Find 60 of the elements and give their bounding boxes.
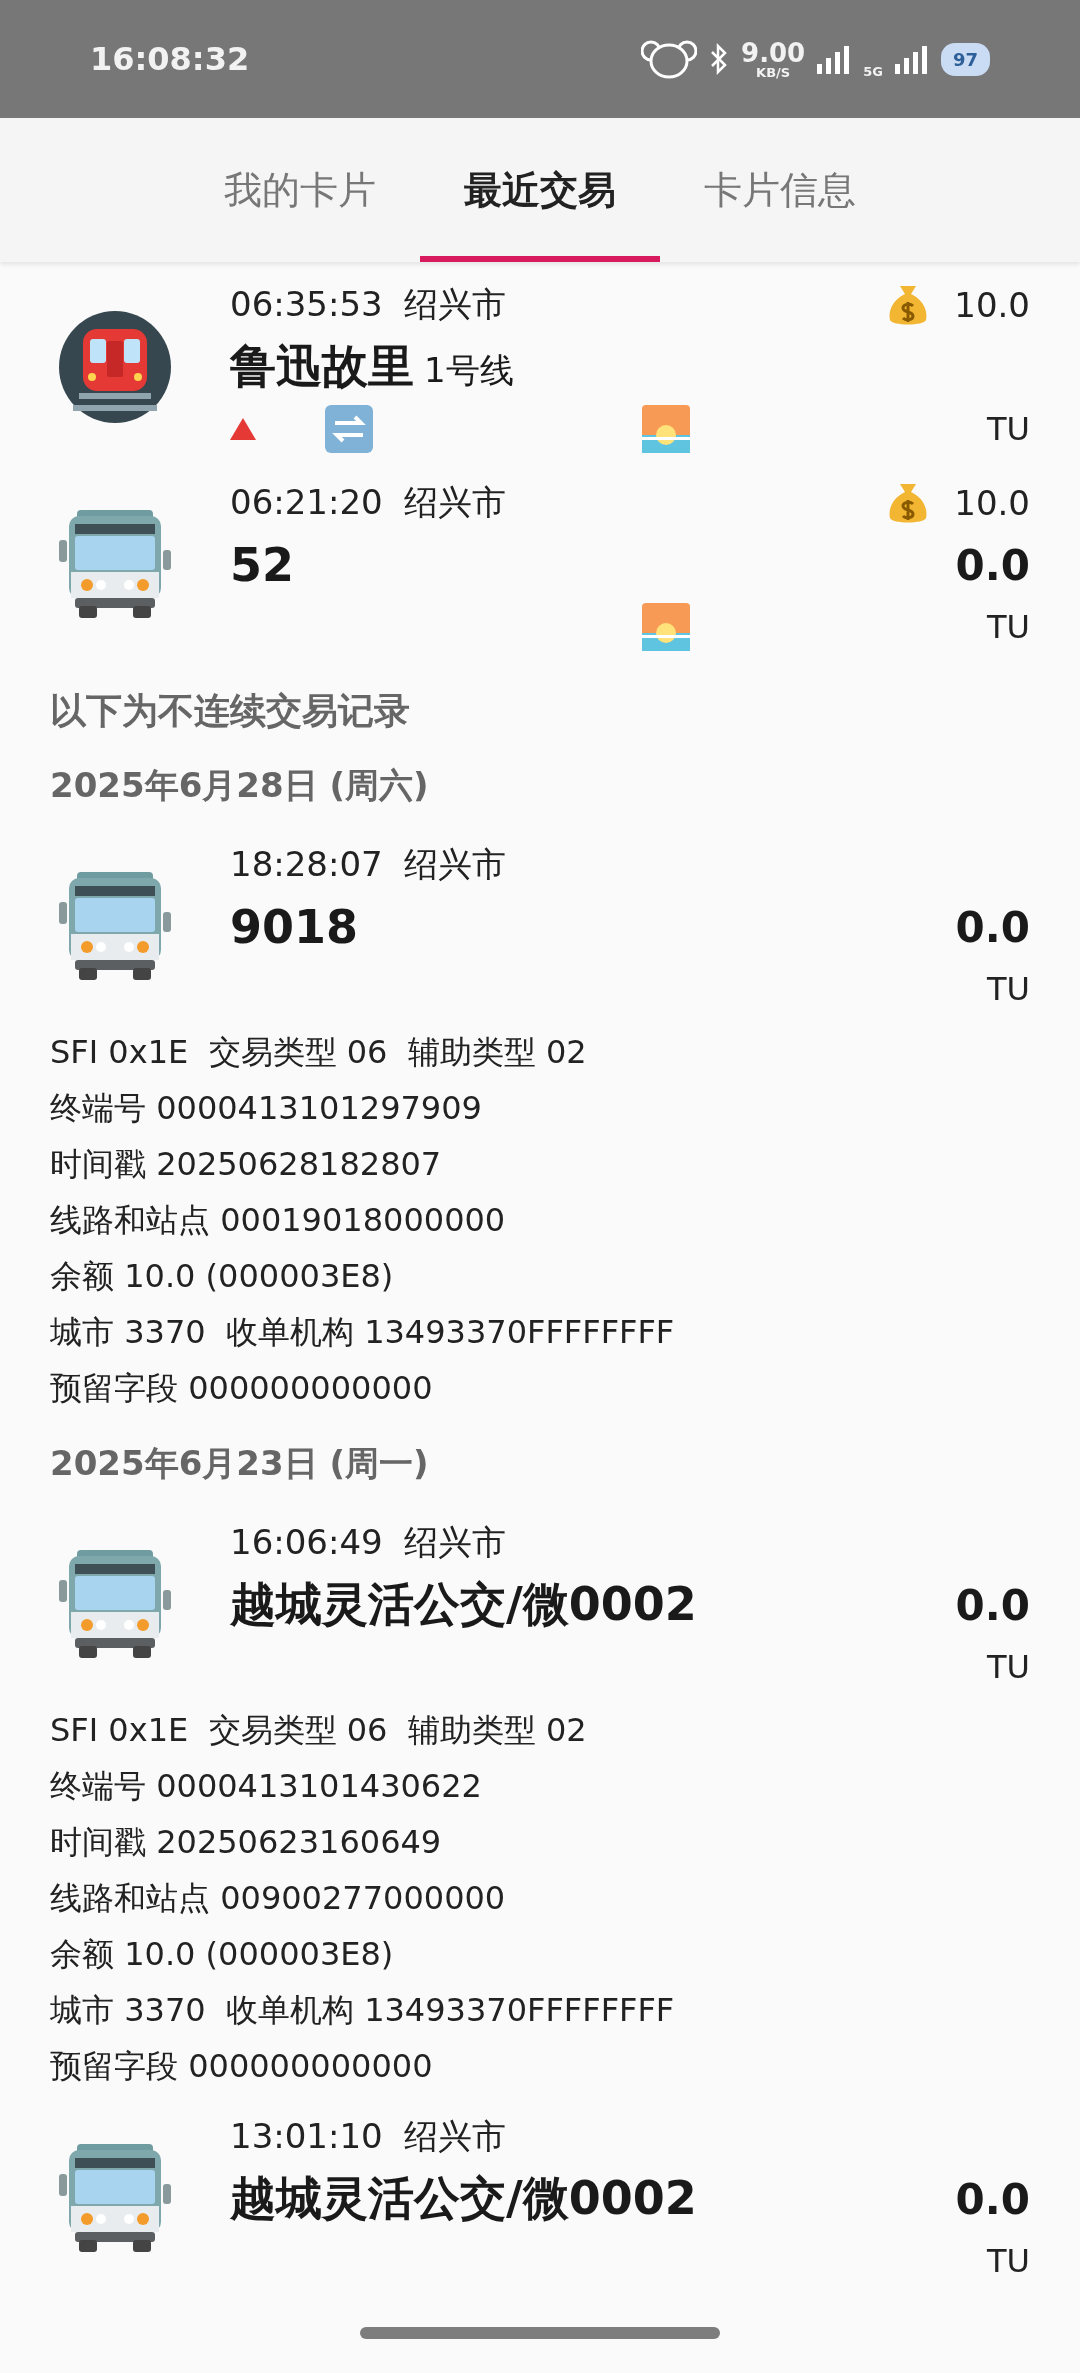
charge-amount: 10.0 [954,285,1030,325]
route-name: 52 [230,538,295,592]
status-time: 16:08:32 [90,40,250,78]
tab[interactable]: 卡片信息 [660,118,900,262]
amount: 0.0 [955,1580,1030,1630]
tab[interactable]: 最近交易 [420,118,660,262]
battery-level: 97 [940,42,990,76]
speed-unit: KB/S [756,65,791,79]
detail-line: SFI 0x1E 交易类型 06 辅助类型 02 [50,1032,588,1073]
charge-amount: 10.0 [954,483,1030,523]
detail-line: 终端号 0000413101297909 [50,1088,483,1129]
amount: 0.0 [955,2174,1030,2224]
transaction-time: 06:35:53 绍兴市 [230,283,508,326]
bear-face-icon [641,39,698,79]
date-heading: 2025年6月28日 (周六) [50,764,430,807]
detail-line: 线路和站点 00900277000000 [50,1878,507,1919]
line-name: 1号线 [424,350,514,390]
bus-icon [57,510,173,620]
currency-unit: TU [987,970,1030,1008]
detail-line: 终端号 0000413101430622 [50,1766,483,1807]
detail-line: 时间戳 20250628182807 [50,1144,443,1185]
detail-line: SFI 0x1E 交易类型 06 辅助类型 02 [50,1710,588,1751]
metro-train-icon [59,311,171,423]
transaction-time: 18:28:07 绍兴市 [230,843,508,886]
detail-line: 时间戳 20250623160649 [50,1822,443,1863]
transaction-time: 16:06:49 绍兴市 [230,1521,508,1564]
detail-line: 城市 3370 收单机构 13493370FFFFFFFF [50,1312,676,1353]
transaction-time: 13:01:10 绍兴市 [230,2115,508,2158]
route-name: 越城灵活公交/微0002 [230,1576,698,1633]
currency-unit: TU [987,410,1030,448]
detail-line: 城市 3370 收单机构 13493370FFFFFFFF [50,1990,676,2031]
route-name: 9018 [230,900,360,954]
date-heading: 2025年6月23日 (周一) [50,1442,430,1485]
home-indicator[interactable] [360,2327,720,2339]
bus-icon [57,1550,173,1660]
sunrise-icon [642,405,690,453]
station-name: 鲁迅故里 [230,339,414,393]
currency-unit: TU [987,1648,1030,1686]
amount: 0.0 [955,540,1030,590]
bus-icon [57,872,173,982]
triangle-icon [230,418,256,440]
repeat-icon [325,405,373,453]
currency-unit: TU [987,2242,1030,2280]
detail-line: 预留字段 000000000000 [50,1368,434,1409]
amount: 0.0 [955,902,1030,952]
signal-icon [817,44,852,74]
network-type: 5G [863,64,883,79]
detail-line: 余额 10.0 (000003E8) [50,1256,395,1297]
section-note: 以下为不连续交易记录 [50,688,411,733]
route-name: 越城灵活公交/微0002 [230,2170,698,2227]
detail-line: 线路和站点 00019018000000 [50,1200,507,1241]
network-speed: 9.00 [741,39,806,66]
bus-icon [57,2144,173,2254]
detail-line: 余额 10.0 (000003E8) [50,1934,395,1975]
detail-line: 预留字段 000000000000 [50,2046,434,2087]
currency-unit: TU [987,608,1030,646]
tab[interactable]: 我的卡片 [180,118,420,262]
transaction-time: 06:21:20 绍兴市 [230,481,508,524]
sunrise-icon [642,603,690,651]
signal-icon [894,44,929,74]
